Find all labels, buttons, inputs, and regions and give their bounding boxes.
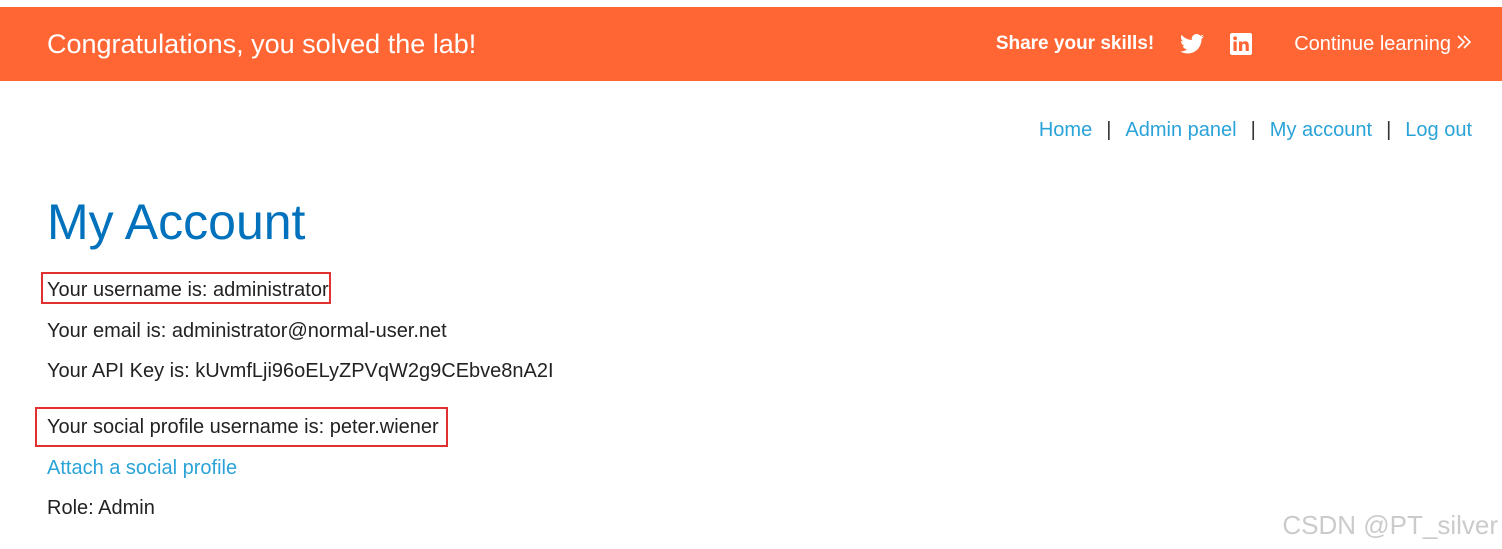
username-text: Your username is: administrator: [47, 279, 329, 301]
double-chevron-right-icon: [1456, 33, 1472, 56]
page-title: My Account: [47, 194, 306, 250]
linkedin-icon[interactable]: [1230, 33, 1253, 55]
nav-separator: |: [1106, 119, 1112, 141]
continue-learning-link[interactable]: Continue learning: [1294, 33, 1472, 56]
watermark: CSDN @PT_silver: [1282, 510, 1498, 540]
attach-social-profile-link[interactable]: Attach a social profile: [47, 457, 237, 479]
continue-learning-label: Continue learning: [1294, 32, 1451, 55]
nav-separator: |: [1250, 119, 1256, 141]
top-navigation: Home | Admin panel | My account | Log ou…: [1039, 119, 1472, 142]
nav-log-out-link[interactable]: Log out: [1405, 119, 1472, 142]
twitter-icon[interactable]: [1180, 34, 1205, 54]
role-text: Role: Admin: [47, 497, 155, 519]
nav-separator: |: [1386, 119, 1392, 141]
nav-my-account-link[interactable]: My account: [1270, 119, 1372, 142]
api-key-text: Your API Key is: kUvmfLji96oELyZPVqW2g9C…: [47, 360, 554, 382]
nav-admin-panel-link[interactable]: Admin panel: [1125, 119, 1236, 142]
share-section: Share your skills!: [996, 33, 1278, 55]
lab-solved-banner: Congratulations, you solved the lab! Sha…: [0, 7, 1502, 81]
nav-home-link[interactable]: Home: [1039, 119, 1092, 142]
share-label: Share your skills!: [995, 33, 1155, 54]
social-profile-text: Your social profile username is: peter.w…: [47, 416, 439, 438]
banner-title: Congratulations, you solved the lab!: [47, 28, 477, 59]
email-text: Your email is: administrator@normal-user…: [47, 320, 447, 342]
